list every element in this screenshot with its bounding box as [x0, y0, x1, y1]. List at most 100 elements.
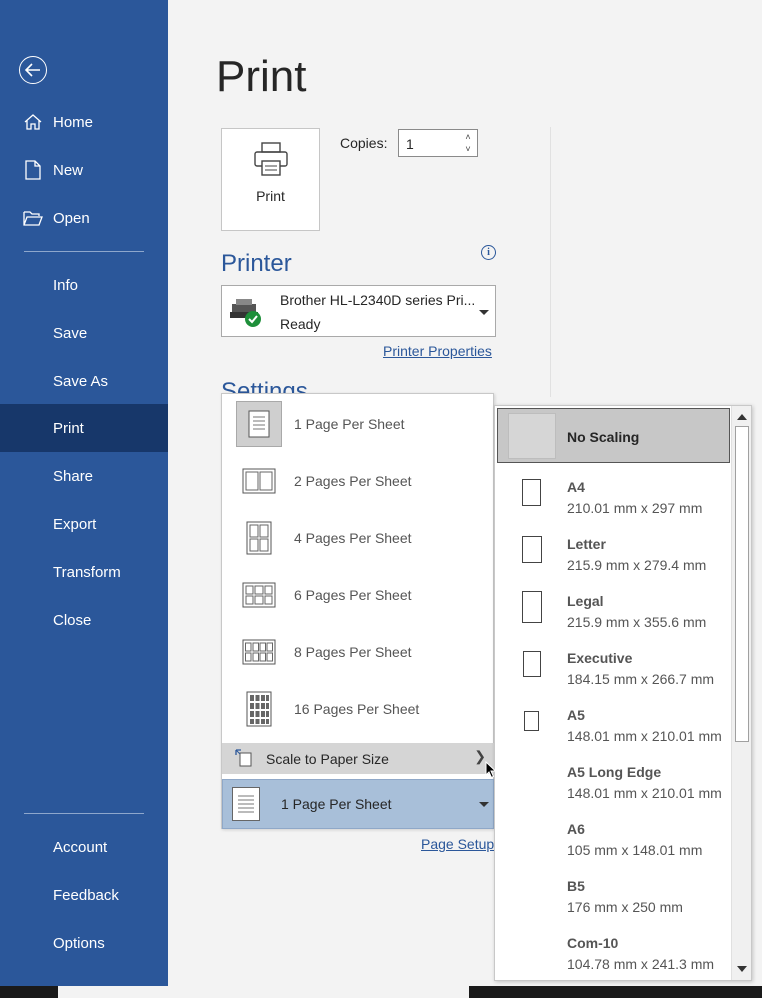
- printer-heading: Printer: [221, 250, 292, 277]
- nav-print-label: Print: [53, 419, 84, 437]
- mouse-cursor-icon: [485, 760, 497, 784]
- nav-divider: [24, 813, 144, 814]
- paper-item-b5[interactable]: B5 176 mm x 250 mm: [495, 867, 731, 924]
- page-setup-link[interactable]: Page Setup: [421, 836, 494, 852]
- page-portrait-icon: [522, 479, 541, 506]
- printer-select[interactable]: Brother HL-L2340D series Pri... Ready: [221, 285, 496, 337]
- nav-info-label: Info: [53, 276, 79, 294]
- menu-item-label: 1 Page Per Sheet: [294, 416, 405, 432]
- nav-export[interactable]: Export: [0, 500, 168, 548]
- folder-open-icon: [23, 208, 43, 228]
- paper-dimensions: 148.01 mm x 210.01 mm: [567, 728, 722, 744]
- paper-dimensions: 104.78 mm x 241.3 mm: [567, 956, 715, 972]
- nav-new[interactable]: New: [0, 146, 168, 194]
- nav-feedback-label: Feedback: [53, 886, 119, 904]
- nav-home[interactable]: Home: [0, 98, 168, 146]
- nav-transform-label: Transform: [53, 563, 121, 581]
- paper-dimensions: 215.9 mm x 355.6 mm: [567, 614, 707, 630]
- paper-name: Legal: [567, 593, 604, 609]
- paper-item-executive[interactable]: Executive 184.15 mm x 266.7 mm: [495, 639, 731, 696]
- printer-icon: [252, 141, 290, 182]
- menu-item-1-page[interactable]: 1 Page Per Sheet: [222, 395, 494, 452]
- printer-ready-icon: [228, 296, 264, 333]
- backstage-sidebar: Home New Open Info Save Save As Print Sh…: [0, 0, 168, 986]
- paper-item-com-10[interactable]: Com-10 104.78 mm x 241.3 mm: [495, 924, 731, 980]
- printer-name: Brother HL-L2340D series Pri...: [280, 292, 476, 308]
- one-page-icon: [236, 401, 282, 447]
- page-portrait-icon: [522, 591, 542, 623]
- chevron-down-icon: [479, 310, 489, 315]
- paper-size-submenu: No Scaling A4 210.01 mm x 297 mm Letter …: [494, 405, 752, 981]
- nav-feedback[interactable]: Feedback: [0, 871, 168, 919]
- nav-account-label: Account: [53, 838, 108, 856]
- paper-dimensions: 210.01 mm x 297 mm: [567, 500, 703, 516]
- no-scaling-label: No Scaling: [567, 429, 640, 445]
- paper-dimensions: 105 mm x 148.01 mm: [567, 842, 703, 858]
- menu-item-6-pages[interactable]: 6 Pages Per Sheet: [222, 566, 494, 623]
- paper-dimensions: 184.15 mm x 266.7 mm: [567, 671, 715, 687]
- menu-item-2-pages[interactable]: 2 Pages Per Sheet: [222, 452, 494, 509]
- nav-share[interactable]: Share: [0, 452, 168, 500]
- printer-properties-link[interactable]: Printer Properties: [383, 343, 492, 359]
- nav-options[interactable]: Options: [0, 919, 168, 967]
- six-pages-icon: [236, 572, 282, 618]
- paper-dimensions: 148.01 mm x 210.01 mm: [567, 785, 722, 801]
- menu-item-8-pages[interactable]: 8 Pages Per Sheet: [222, 623, 494, 680]
- no-scaling-icon: [508, 413, 556, 459]
- nav-open-label: Open: [53, 209, 90, 227]
- nav-divider: [24, 251, 144, 252]
- menu-item-label: 8 Pages Per Sheet: [294, 644, 412, 660]
- taskbar: [0, 986, 762, 998]
- nav-home-label: Home: [53, 113, 94, 131]
- chevron-down-icon: [479, 802, 489, 807]
- nav-account[interactable]: Account: [0, 823, 168, 871]
- paper-name: B5: [567, 878, 585, 894]
- nav-save[interactable]: Save: [0, 309, 168, 357]
- two-pages-icon: [236, 458, 282, 504]
- scroll-down-arrow-icon[interactable]: [734, 960, 750, 978]
- copies-label: Copies:: [340, 135, 388, 151]
- menu-item-label: 2 Pages Per Sheet: [294, 473, 412, 489]
- scale-to-paper-size-item[interactable]: Scale to Paper Size ❯: [222, 743, 494, 774]
- nav-close[interactable]: Close: [0, 596, 168, 644]
- home-icon: [23, 112, 43, 132]
- menu-item-4-pages[interactable]: 4 Pages Per Sheet: [222, 509, 494, 566]
- paper-dimensions: 215.9 mm x 279.4 mm: [567, 557, 707, 573]
- back-button[interactable]: [19, 56, 47, 84]
- menu-item-label: 6 Pages Per Sheet: [294, 587, 412, 603]
- paper-item-legal[interactable]: Legal 215.9 mm x 355.6 mm: [495, 582, 731, 639]
- paper-name: A5: [567, 707, 585, 723]
- pane-divider: [550, 127, 551, 397]
- info-icon[interactable]: i: [481, 245, 496, 260]
- nav-open[interactable]: Open: [0, 194, 168, 242]
- new-document-icon: [23, 160, 43, 180]
- no-scaling-item[interactable]: No Scaling: [497, 408, 730, 463]
- print-button[interactable]: Print: [221, 128, 320, 231]
- scroll-up-arrow-icon[interactable]: [734, 408, 750, 426]
- chevron-down-icon[interactable]: ˅: [463, 144, 473, 154]
- page-portrait-icon: [522, 536, 542, 563]
- submenu-scrollbar[interactable]: [731, 406, 751, 980]
- nav-print[interactable]: Print: [0, 404, 168, 452]
- paper-item-a5-long-edge[interactable]: A5 Long Edge 148.01 mm x 210.01 mm: [495, 753, 731, 810]
- nav-info[interactable]: Info: [0, 261, 168, 309]
- paper-item-a5[interactable]: A5 148.01 mm x 210.01 mm: [495, 696, 731, 753]
- nav-save-as[interactable]: Save As: [0, 357, 168, 405]
- nav-share-label: Share: [53, 467, 94, 485]
- nav-transform[interactable]: Transform: [0, 548, 168, 596]
- menu-item-label: 16 Pages Per Sheet: [294, 701, 420, 717]
- paper-name: A6: [567, 821, 585, 837]
- page-portrait-icon: [523, 651, 541, 677]
- arrow-left-icon: [25, 63, 40, 77]
- paper-item-a6[interactable]: A6 105 mm x 148.01 mm: [495, 810, 731, 867]
- pages-per-sheet-menu: 1 Page Per Sheet 2 Pages Per Sheet 4 Pag…: [221, 393, 494, 829]
- chevron-up-icon[interactable]: ˄: [463, 132, 473, 142]
- paper-item-letter[interactable]: Letter 215.9 mm x 279.4 mm: [495, 525, 731, 582]
- paper-item-a4[interactable]: A4 210.01 mm x 297 mm: [495, 468, 731, 525]
- pages-per-sheet-dropdown[interactable]: 1 Page Per Sheet: [222, 779, 494, 829]
- nav-close-label: Close: [53, 611, 92, 629]
- copies-stepper[interactable]: 1 ˄ ˅: [398, 129, 478, 157]
- scrollbar-thumb[interactable]: [735, 426, 749, 742]
- menu-item-16-pages[interactable]: 16 Pages Per Sheet: [222, 680, 494, 737]
- eight-pages-icon: [236, 629, 282, 675]
